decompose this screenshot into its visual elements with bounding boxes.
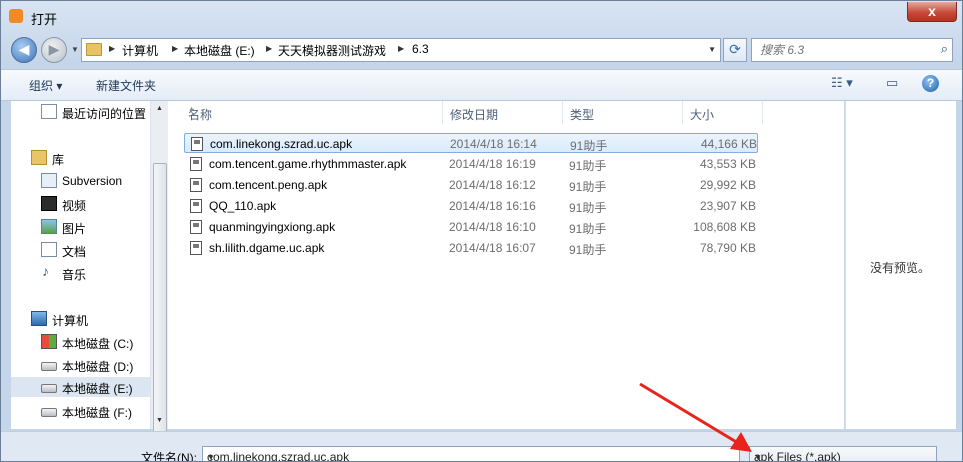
file-row[interactable]: com.tencent.peng.apk 2014/4/18 16:12 91助… [184,175,758,195]
library-icon [31,150,47,165]
address-bar[interactable]: ▶ 计算机 ▶ 本地磁盘 (E:) ▶ 天天模拟器测试游戏 ▶ 6.3 ▼ [81,38,721,62]
drive-icon [41,362,57,371]
file-size: 108,608 KB [693,220,756,234]
new-folder-button[interactable]: 新建文件夹 [96,77,156,94]
file-row[interactable]: quanmingyingxiong.apk 2014/4/18 16:10 91… [184,217,758,237]
file-row[interactable]: QQ_110.apk 2014/4/18 16:16 91助手 23,907 K… [184,196,758,216]
file-size: 23,907 KB [699,199,756,213]
filename-label: 文件名(N): [141,451,197,462]
nav-item-drive-c[interactable]: 本地磁盘 (C:) [11,332,159,352]
nav-item-label: 库 [52,153,65,167]
column-header-label: 类型 [570,108,595,122]
nav-item-label: 音乐 [62,268,87,282]
file-row[interactable]: com.tencent.game.rhythmmaster.apk 2014/4… [184,154,758,174]
nav-item-drive-d[interactable]: 本地磁盘 (D:) [11,355,159,375]
windows-drive-icon [41,334,57,349]
address-dropdown-icon[interactable]: ▼ [708,45,716,54]
app-icon [9,9,23,23]
view-options-icon[interactable]: ☷ ▾ [831,75,853,91]
open-file-dialog: 打开 x ◀ ▶ ▼ ▶ 计算机 ▶ 本地磁盘 (E:) ▶ 天天模拟器测试游戏… [0,0,963,462]
nav-item-label: 本地磁盘 (F:) [62,406,132,420]
preview-pane: 没有预览。 [845,101,956,429]
navigation-bar: ◀ ▶ ▼ ▶ 计算机 ▶ 本地磁盘 (E:) ▶ 天天模拟器测试游戏 ▶ 6.… [1,33,962,63]
breadcrumb-separator-icon[interactable]: ▶ [266,44,272,53]
filename-bar: 文件名(N): com.linekong.szrad.uc.apk ▼ apk … [1,431,962,462]
nav-item-pictures[interactable]: 图片 [11,217,159,237]
breadcrumb-current-folder[interactable]: 6.3 [412,42,429,56]
nav-item-label: Subversion [62,174,123,188]
filetype-select[interactable]: apk Files (*.apk) ▼ [749,446,937,461]
nav-item-drive-f[interactable]: 本地磁盘 (F:) [11,401,159,421]
video-icon [41,196,57,211]
nav-item-label: 图片 [62,222,87,236]
drive-icon [41,408,57,417]
nav-item-label: 计算机 [52,314,89,328]
nav-item-label: 本地磁盘 (D:) [62,360,134,374]
folder-icon [86,43,102,56]
scroll-up-icon[interactable]: ▲ [156,105,163,112]
music-icon: ♪ [42,263,49,279]
search-input[interactable] [758,42,932,58]
close-button[interactable]: x [907,2,957,22]
preview-pane-icon[interactable]: ▭ [886,75,898,91]
refresh-button[interactable]: ⟳ [723,38,747,62]
nav-item-label: 本地磁盘 (C:) [62,337,134,351]
file-size: 29,992 KB [699,178,756,192]
nav-item-documents[interactable]: 文档 [11,240,159,260]
file-list: 名称 ▲ 修改日期 类型 大小 com.linekong.szrad.uc.ap… [168,101,844,429]
window-title: 打开 [31,12,58,27]
forward-button[interactable]: ▶ [41,37,67,63]
nav-item-drive-e[interactable]: 本地磁盘 (E:) [11,377,159,397]
column-header-label: 大小 [690,108,715,122]
nav-pane-scrollbar[interactable]: ▲ ▼ [150,101,168,461]
column-header-type[interactable]: 类型 [562,101,683,124]
nav-item-subversion[interactable]: Subversion [11,171,159,191]
breadcrumb-test-games[interactable]: 天天模拟器测试游戏 [278,42,386,59]
sort-ascending-icon: ▲ [188,106,195,113]
file-row[interactable]: com.linekong.szrad.uc.apk 2014/4/18 16:1… [184,133,758,153]
command-bar: 组织 ▾ 新建文件夹 ☷ ▾ ▭ ? [1,69,962,101]
file-size: 43,553 KB [699,157,756,171]
scroll-down-icon[interactable]: ▼ [156,417,163,424]
recent-places-icon [41,104,57,119]
pictures-icon [41,219,57,234]
history-dropdown-icon[interactable]: ▼ [71,45,79,54]
nav-item-computer[interactable]: 计算机 [11,309,159,329]
file-size: 78,790 KB [699,241,756,255]
search-icon[interactable]: ⌕ [941,41,948,57]
nav-item-label: 最近访问的位置 [62,107,147,121]
breadcrumb-separator-icon[interactable]: ▶ [172,44,178,53]
back-button[interactable]: ◀ [11,37,37,63]
breadcrumb-computer[interactable]: 计算机 [122,42,158,59]
breadcrumb-separator-icon[interactable]: ▶ [398,44,404,53]
drive-icon [41,384,57,393]
organize-button[interactable]: 组织 ▾ [29,77,62,94]
column-header-label: 修改日期 [450,108,499,122]
nav-item-label: 视频 [62,199,87,213]
help-icon[interactable]: ? [922,75,939,92]
nav-item-libraries[interactable]: 库 [11,148,159,168]
title-bar: 打开 x [1,1,962,31]
subversion-icon [41,173,57,188]
filename-field[interactable]: com.linekong.szrad.uc.apk ▼ [202,446,740,461]
documents-icon [41,242,57,257]
no-preview-text: 没有预览。 [870,261,931,275]
nav-item-videos[interactable]: 视频 [11,194,159,214]
file-size: 44,166 KB [700,137,757,151]
file-row[interactable]: sh.lilith.dgame.uc.apk 2014/4/18 16:07 9… [184,238,758,258]
column-header-size[interactable]: 大小 [682,101,763,124]
nav-item-music[interactable]: ♪ 音乐 [11,263,159,283]
navigation-pane: 最近访问的位置 库 Subversion 视频 图片 文档 ♪ 音乐 计算机 本… [11,101,160,429]
search-box[interactable]: ⌕ [751,38,953,62]
column-header-date[interactable]: 修改日期 [442,101,563,124]
nav-item-label: 本地磁盘 (E:) [62,382,133,396]
breadcrumb-separator-icon[interactable]: ▶ [109,44,115,53]
nav-item-label: 文档 [62,245,87,259]
nav-item-recent-places[interactable]: 最近访问的位置 [11,102,159,122]
breadcrumb-drive-e[interactable]: 本地磁盘 (E:) [184,42,255,59]
computer-icon [31,311,47,326]
column-header-name[interactable]: 名称 ▲ [180,101,443,124]
